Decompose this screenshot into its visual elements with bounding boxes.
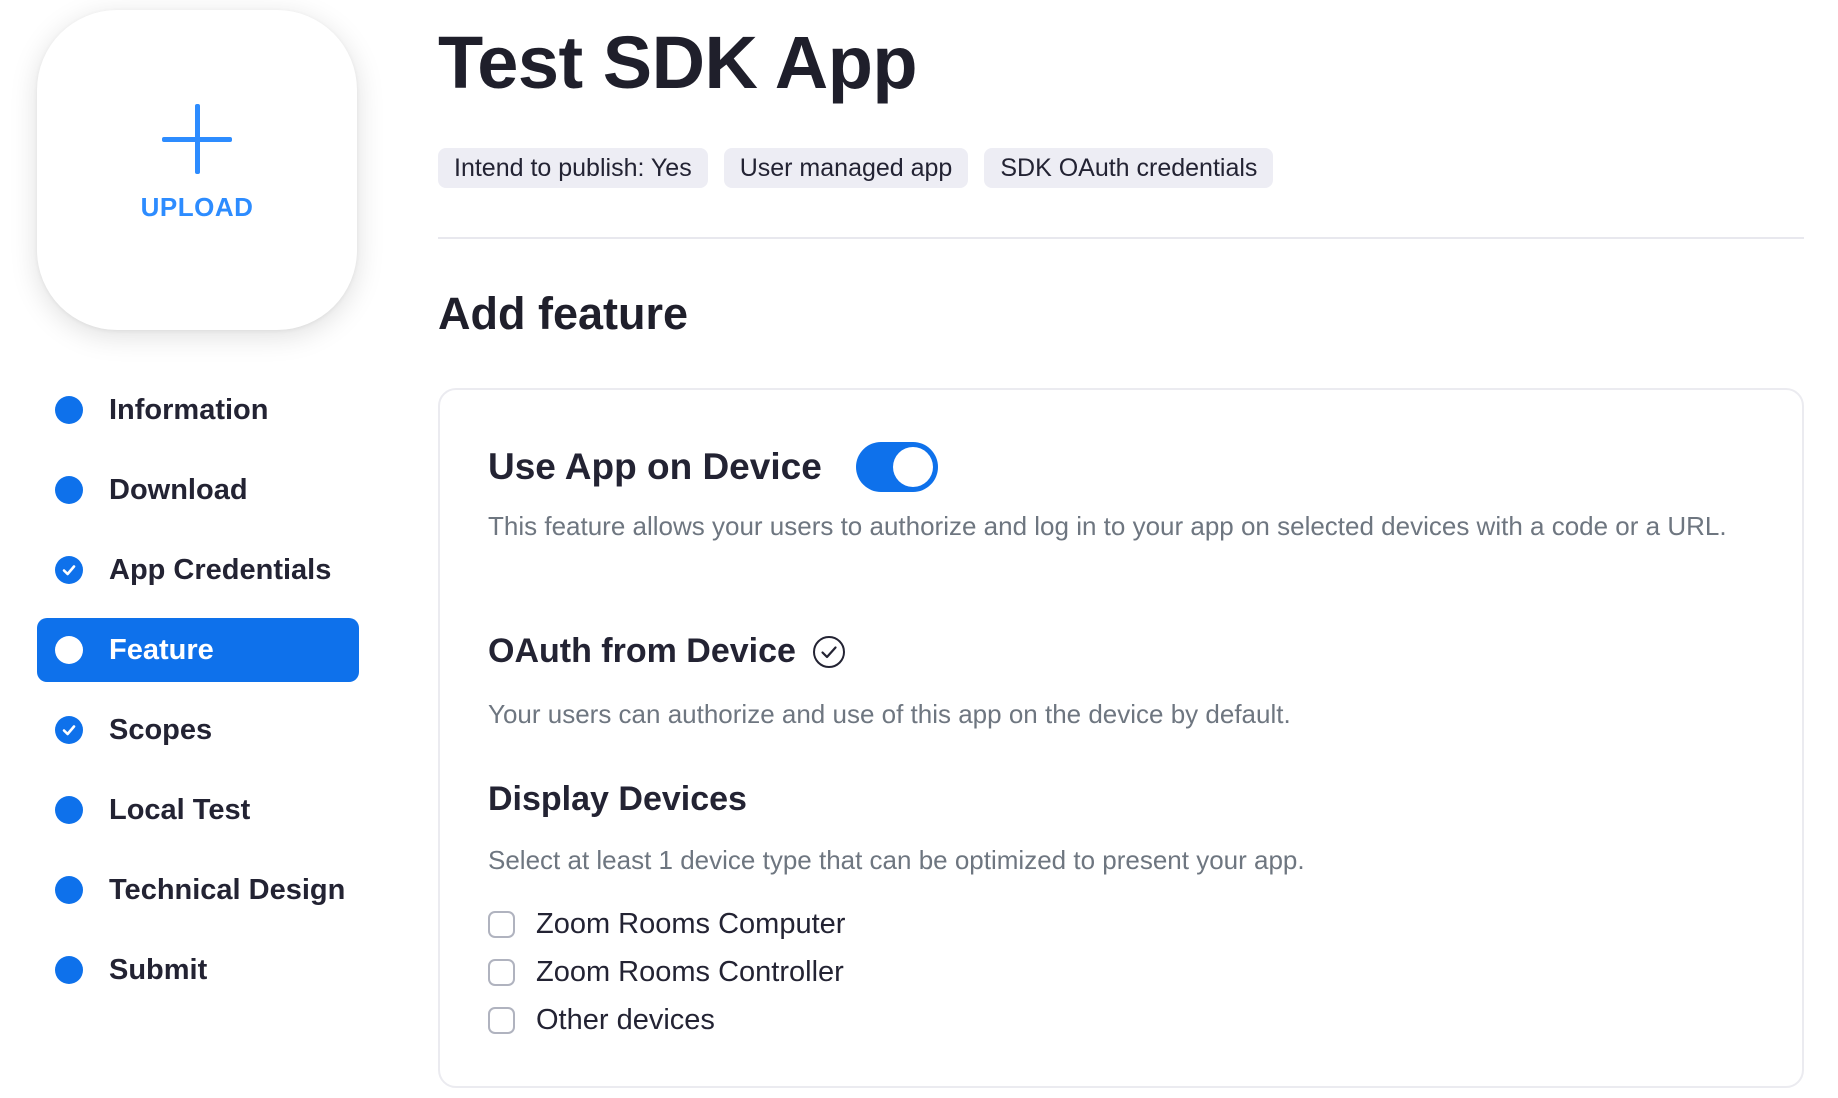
divider — [438, 237, 1804, 239]
tag-intend-to-publish: Intend to publish: Yes — [438, 148, 708, 188]
option-zoom-rooms-computer[interactable]: Zoom Rooms Computer — [488, 900, 845, 948]
upload-button[interactable]: UPLOAD — [37, 10, 357, 330]
checkbox[interactable] — [488, 958, 515, 986]
status-dot-icon — [55, 956, 83, 984]
app-page: UPLOAD Information Download App Credenti… — [0, 0, 1838, 1098]
check-icon — [55, 556, 83, 584]
sidebar-item-label: Local Test — [109, 793, 251, 826]
section-title: Add feature — [438, 288, 689, 339]
sidebar-item-download[interactable]: Download — [37, 458, 359, 522]
status-dot-icon — [55, 476, 83, 504]
use-app-on-device-description: This feature allows your users to author… — [488, 511, 1727, 541]
display-devices-options: Zoom Rooms Computer Zoom Rooms Controlle… — [488, 900, 845, 1044]
oauth-from-device-description: Your users can authorize and use of this… — [488, 699, 1291, 729]
sidebar-item-label: Technical Design — [109, 873, 346, 906]
sidebar-item-feature[interactable]: Feature — [37, 618, 359, 682]
sidebar-item-label: Feature — [109, 633, 214, 666]
status-dot-icon — [55, 876, 83, 904]
status-dot-icon — [55, 796, 83, 824]
tag-user-managed: User managed app — [723, 148, 969, 188]
option-other-devices[interactable]: Other devices — [488, 996, 845, 1044]
sidebar-item-submit[interactable]: Submit — [37, 938, 359, 1002]
sidebar-item-label: Submit — [109, 953, 208, 986]
tag-sdk-oauth: SDK OAuth credentials — [984, 148, 1274, 188]
display-devices-title: Display Devices — [488, 780, 747, 818]
app-tags: Intend to publish: Yes User managed app … — [438, 148, 1274, 188]
check-icon — [55, 716, 83, 744]
display-devices-description: Select at least 1 device type that can b… — [488, 845, 1305, 875]
option-label: Zoom Rooms Controller — [536, 955, 844, 988]
use-app-on-device-title: Use App on Device — [488, 446, 822, 487]
sidebar-item-label: Information — [109, 393, 269, 426]
upload-label: UPLOAD — [140, 191, 254, 222]
plus-icon — [162, 103, 232, 174]
status-dot-icon — [55, 636, 83, 664]
check-circle-icon — [812, 635, 845, 668]
sidebar-item-app-credentials[interactable]: App Credentials — [37, 538, 359, 602]
feature-card: Use App on Device This feature allows yo… — [438, 388, 1804, 1088]
sidebar-nav: Information Download App Credentials Fea… — [37, 378, 359, 1018]
sidebar-item-information[interactable]: Information — [37, 378, 359, 442]
toggle-knob — [892, 447, 933, 487]
sidebar-item-label: App Credentials — [109, 553, 332, 586]
sidebar-item-technical-design[interactable]: Technical Design — [37, 858, 359, 922]
sidebar-item-label: Scopes — [109, 713, 213, 746]
option-label: Zoom Rooms Computer — [536, 907, 846, 940]
use-app-on-device-toggle[interactable] — [855, 442, 938, 492]
sidebar-item-scopes[interactable]: Scopes — [37, 698, 359, 762]
checkbox[interactable] — [488, 910, 515, 938]
checkbox[interactable] — [488, 1006, 515, 1034]
status-dot-icon — [55, 396, 83, 424]
option-zoom-rooms-controller[interactable]: Zoom Rooms Controller — [488, 948, 845, 996]
sidebar-item-label: Download — [109, 473, 248, 506]
oauth-from-device-title: OAuth from Device — [488, 632, 796, 670]
page-title: Test SDK App — [438, 21, 918, 104]
option-label: Other devices — [536, 1003, 715, 1036]
sidebar-item-local-test[interactable]: Local Test — [37, 778, 359, 842]
